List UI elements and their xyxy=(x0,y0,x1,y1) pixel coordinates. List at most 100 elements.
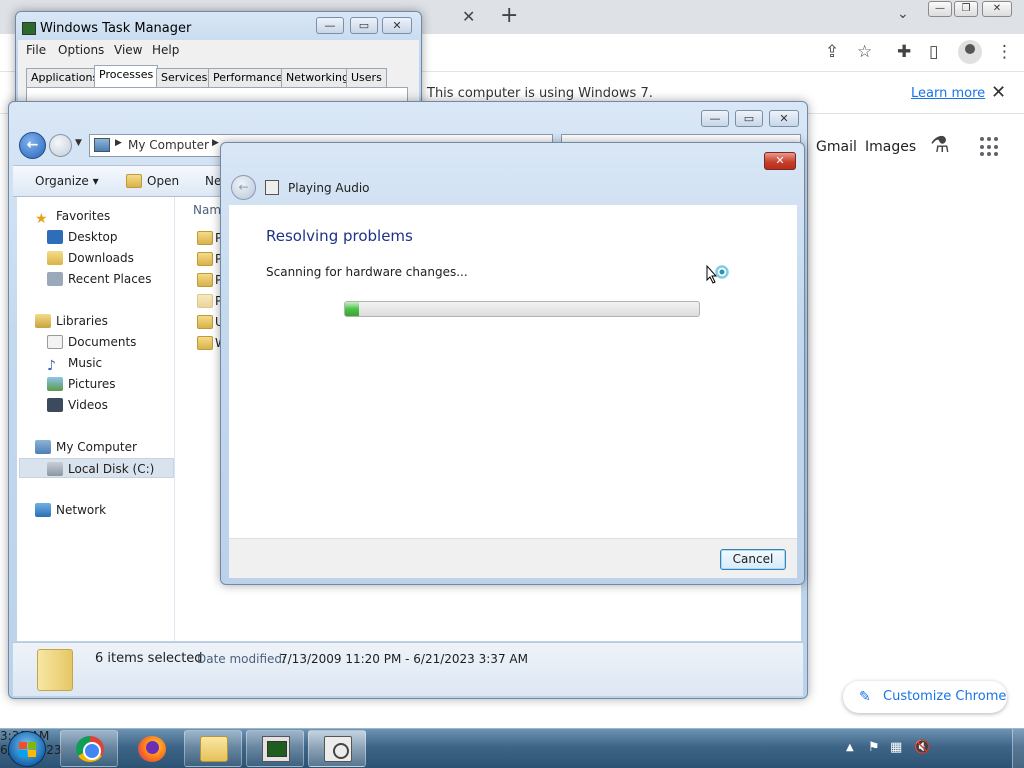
nav-desktop[interactable]: Desktop xyxy=(47,227,118,247)
nav-my-computer[interactable]: My Computer xyxy=(35,437,137,457)
maximize-button[interactable]: ▭ xyxy=(735,110,763,127)
nav-documents[interactable]: Documents xyxy=(47,332,136,352)
side-panel-icon[interactable]: ▯ xyxy=(929,42,938,62)
progress-bar xyxy=(344,301,700,317)
close-icon[interactable]: ✕ xyxy=(991,82,1006,103)
nav-downloads[interactable]: Downloads xyxy=(47,248,134,268)
nav-recent-places[interactable]: Recent Places xyxy=(47,269,151,289)
profile-avatar[interactable] xyxy=(958,40,982,64)
images-link[interactable]: Images xyxy=(865,139,916,155)
start-button[interactable] xyxy=(8,731,46,767)
taskbar-explorer[interactable] xyxy=(184,730,242,767)
nav-label: Pictures xyxy=(68,377,116,391)
network-icon[interactable]: ▦ xyxy=(890,740,902,755)
new-tab-icon[interactable]: + xyxy=(500,3,518,28)
close-button[interactable]: ✕ xyxy=(764,152,796,170)
hard-disk-icon xyxy=(47,462,63,476)
new-folder-button[interactable]: Ne xyxy=(205,174,221,188)
nav-label: Recent Places xyxy=(68,272,152,286)
task-manager-icon xyxy=(262,736,290,762)
menu-options[interactable]: Options xyxy=(58,43,104,57)
breadcrumb-arrow-icon[interactable]: ▶ xyxy=(115,138,122,148)
pictures-icon xyxy=(47,377,63,391)
extensions-icon[interactable]: ✚ xyxy=(897,42,911,62)
dialog-heading: Resolving problems xyxy=(266,227,413,245)
taskbar-troubleshooter[interactable] xyxy=(308,730,366,767)
date-modified-label: Date modified: xyxy=(197,652,287,666)
customize-label: Customize Chrome xyxy=(883,689,1007,704)
share-icon[interactable]: ⇪ xyxy=(825,42,839,62)
menu-bar: File Options View Help xyxy=(18,40,419,60)
nav-pictures[interactable]: Pictures xyxy=(47,374,116,394)
folder-icon[interactable] xyxy=(197,252,213,266)
star-icon[interactable]: ☆ xyxy=(857,42,872,62)
menu-view[interactable]: View xyxy=(114,43,142,57)
tab-performance[interactable]: Performance xyxy=(208,68,288,87)
window-title: Windows Task Manager xyxy=(40,21,192,36)
tab-networking[interactable]: Networking xyxy=(281,68,354,87)
tab-applications[interactable]: Applications xyxy=(26,68,104,87)
show-desktop-button[interactable] xyxy=(1012,729,1024,768)
nav-videos[interactable]: Videos xyxy=(47,395,108,415)
open-label: Open xyxy=(147,174,180,188)
show-hidden-icons-icon[interactable]: ▲ xyxy=(846,742,854,753)
tab-processes[interactable]: Processes xyxy=(94,65,159,87)
apps-grid-icon[interactable] xyxy=(980,137,1000,157)
nav-libraries[interactable]: Libraries xyxy=(35,311,108,331)
gmail-link[interactable]: Gmail xyxy=(816,139,857,155)
minimize-button[interactable]: — xyxy=(316,17,344,34)
menu-help[interactable]: Help xyxy=(152,43,179,57)
customize-chrome-button[interactable]: ✎ Customize Chrome xyxy=(843,681,1007,713)
folder-icon[interactable] xyxy=(197,336,213,350)
star-icon: ★ xyxy=(35,211,48,227)
close-button[interactable]: ✕ xyxy=(769,110,799,127)
windows-logo-icon xyxy=(19,742,36,757)
minimize-button[interactable]: — xyxy=(701,110,729,127)
videos-icon xyxy=(47,398,63,412)
nav-favorites[interactable]: ★ Favorites xyxy=(35,206,110,226)
folder-icon[interactable] xyxy=(197,273,213,287)
open-button[interactable]: Open xyxy=(126,174,179,188)
nav-network[interactable]: Network xyxy=(35,500,106,520)
troubleshooter-dialog: ✕ ← Playing Audio Resolving problems Sca… xyxy=(220,142,805,585)
column-header-name[interactable]: Nam xyxy=(193,203,221,217)
breadcrumb-my-computer[interactable]: My Computer xyxy=(128,138,209,152)
taskbar-task-manager[interactable] xyxy=(246,730,304,767)
nav-label: Libraries xyxy=(56,314,108,328)
action-center-flag-icon[interactable]: ⚑ xyxy=(868,740,880,755)
chrome-close-button[interactable]: ✕ xyxy=(982,1,1012,17)
chevron-down-icon[interactable]: ⌄ xyxy=(897,6,909,22)
navigation-pane: ★ Favorites Desktop Downloads Recent Plac… xyxy=(17,197,175,641)
dialog-body: Resolving problems Scanning for hardware… xyxy=(229,205,797,538)
volume-muted-icon[interactable]: 🔇 xyxy=(914,740,930,755)
menu-dots-icon[interactable]: ⋮ xyxy=(996,42,1013,62)
close-button[interactable]: ✕ xyxy=(382,17,412,34)
nav-music[interactable]: ♪ Music xyxy=(47,353,102,373)
folder-icon[interactable] xyxy=(197,231,213,245)
forward-arrow-icon[interactable] xyxy=(49,134,72,157)
folder-icon[interactable] xyxy=(197,294,213,308)
close-tab-icon[interactable]: ✕ xyxy=(462,7,475,26)
pencil-icon: ✎ xyxy=(859,689,871,705)
recent-pages-dropdown-icon[interactable]: ▼ xyxy=(75,138,82,148)
back-arrow-icon[interactable]: ← xyxy=(231,175,256,200)
taskbar-firefox[interactable] xyxy=(122,730,180,767)
nav-local-disk[interactable]: Local Disk (C:) xyxy=(19,458,174,478)
organize-button[interactable]: Organize ▾ xyxy=(35,174,99,188)
tab-users[interactable]: Users xyxy=(346,68,387,87)
learn-more-link[interactable]: Learn more xyxy=(911,86,985,101)
folder-icon xyxy=(200,736,228,762)
breadcrumb-arrow-icon[interactable]: ▶ xyxy=(212,138,219,148)
menu-file[interactable]: File xyxy=(26,43,46,57)
chrome-minimize-button[interactable]: — xyxy=(928,1,952,17)
cancel-button[interactable]: Cancel xyxy=(720,549,786,570)
back-arrow-icon[interactable]: ← xyxy=(19,132,46,159)
infobar-message: This computer is using Windows 7. xyxy=(427,86,653,101)
tab-services[interactable]: Services xyxy=(156,68,213,87)
organize-label: Organize xyxy=(35,174,89,188)
chrome-restore-button[interactable]: ❐ xyxy=(954,1,978,17)
folder-icon[interactable] xyxy=(197,315,213,329)
labs-flask-icon[interactable]: ⚗ xyxy=(930,133,950,158)
maximize-button[interactable]: ▭ xyxy=(350,17,378,34)
taskbar-chrome[interactable] xyxy=(60,730,118,767)
